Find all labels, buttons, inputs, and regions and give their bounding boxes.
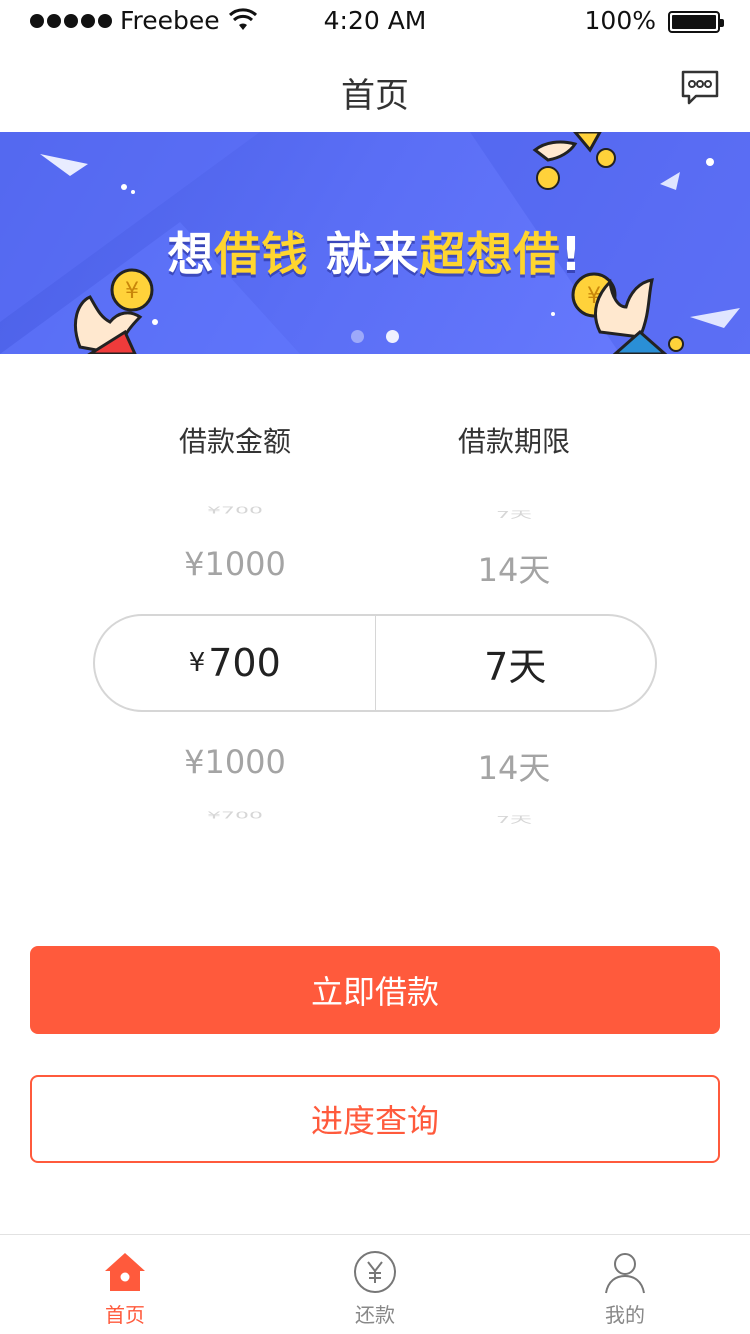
- banner-headline-part-2: 借钱: [214, 227, 309, 281]
- banner-headline: 想借钱 就来超想借!: [0, 218, 750, 284]
- banner-headline-part-3: 就来: [308, 227, 420, 281]
- tab-bar: 首页 还款 我的: [0, 1234, 750, 1334]
- yen-circle-icon: [354, 1251, 396, 1293]
- banner-headline-part-5: !: [560, 227, 583, 281]
- page-title: 首页: [341, 76, 409, 116]
- carousel-dot[interactable]: [351, 330, 364, 343]
- borrow-now-button[interactable]: 立即借款: [30, 946, 720, 1034]
- promo-banner[interactable]: ¥ ¥ 想借钱 就来超想借!: [0, 132, 750, 354]
- tab-repayment-label: 还款: [355, 1303, 395, 1327]
- carousel-dots: [0, 330, 750, 343]
- tab-repayment[interactable]: 还款: [250, 1235, 500, 1334]
- term-option[interactable]: 7天: [394, 812, 634, 826]
- amount-column-header: 借款金额: [178, 425, 291, 458]
- tab-home[interactable]: 首页: [0, 1235, 250, 1334]
- amount-option[interactable]: ¥700: [115, 810, 355, 821]
- chat-bubble-icon[interactable]: [680, 68, 720, 108]
- navigation-bar: 首页: [0, 44, 750, 132]
- battery-icon: [668, 11, 724, 33]
- selected-amount[interactable]: ¥700: [95, 616, 375, 710]
- picker-selection-box[interactable]: ¥700 7天: [93, 614, 657, 712]
- selected-term[interactable]: 7天: [376, 616, 656, 710]
- status-bar: Freebee 4:20 AM 100%: [0, 0, 750, 44]
- tab-home-label: 首页: [105, 1303, 145, 1327]
- selected-amount-currency: ¥: [188, 648, 206, 678]
- user-icon: [605, 1253, 645, 1294]
- battery-percent: 100%: [584, 6, 656, 35]
- term-option[interactable]: 14天: [394, 743, 634, 789]
- banner-headline-part-4: 超想借: [419, 227, 561, 281]
- carousel-dot-active[interactable]: [386, 330, 399, 343]
- amount-option[interactable]: ¥1000: [115, 743, 355, 781]
- progress-query-button[interactable]: 进度查询: [30, 1075, 720, 1163]
- home-icon: [105, 1253, 145, 1291]
- term-column-header: 借款期限: [457, 425, 570, 458]
- term-option[interactable]: 7天: [394, 507, 634, 521]
- selected-amount-value: 700: [208, 641, 281, 685]
- amount-option[interactable]: ¥700: [115, 505, 355, 516]
- amount-option[interactable]: ¥1000: [115, 545, 355, 583]
- banner-headline-part-1: 想: [167, 227, 215, 281]
- tab-profile[interactable]: 我的: [500, 1235, 750, 1334]
- tab-profile-label: 我的: [605, 1303, 645, 1327]
- term-option[interactable]: 14天: [394, 545, 634, 591]
